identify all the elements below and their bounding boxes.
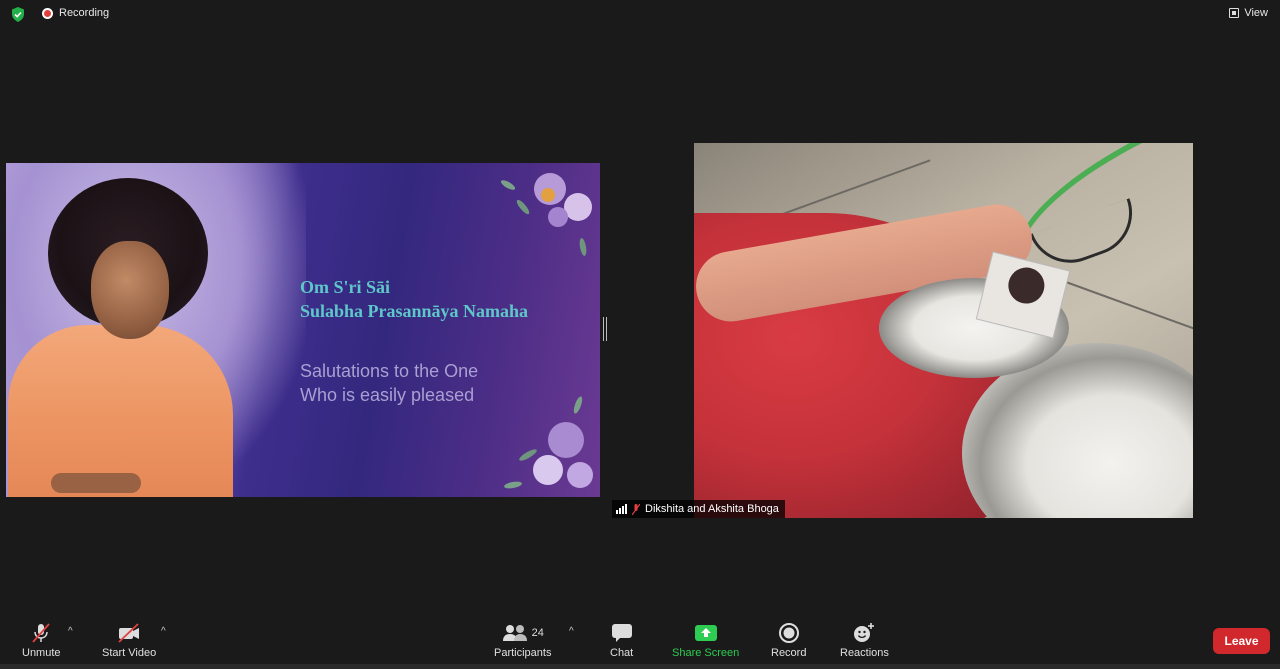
participant-name: Dikshita and Akshita Bhoga <box>645 503 779 515</box>
participant-video-tile[interactable] <box>694 143 1193 518</box>
security-shield-icon[interactable] <box>11 7 25 22</box>
top-bar: Recording View <box>0 0 1280 28</box>
meeting-toolbar <box>0 612 1280 669</box>
flower-decoration-bottom <box>504 396 593 489</box>
mic-muted-icon <box>30 622 52 644</box>
slide-title: Om S'ri Sāi Sulabha Prasannāya Namaha <box>300 275 528 323</box>
participants-button[interactable]: 24 Participants <box>494 622 551 659</box>
smiley-plus-icon <box>852 622 876 644</box>
participants-count: 24 <box>531 627 544 639</box>
slide-title-line-1: Om S'ri Sāi <box>300 277 391 297</box>
signal-bars-icon <box>616 504 627 514</box>
unmute-label: Unmute <box>22 647 61 659</box>
view-grid-icon <box>1229 8 1240 18</box>
chat-label: Chat <box>610 647 634 659</box>
chat-button[interactable]: Chat <box>610 622 633 659</box>
flower-decoration-top <box>500 173 592 256</box>
unmute-button[interactable]: Unmute <box>22 622 61 659</box>
chat-bubble-icon <box>611 622 633 644</box>
start-video-label: Start Video <box>102 647 157 659</box>
view-label: View <box>1244 7 1268 19</box>
bottom-strip <box>0 664 1280 669</box>
share-screen-button[interactable]: Share Screen <box>672 622 739 659</box>
record-icon <box>778 622 800 644</box>
share-screen-icon <box>694 622 718 644</box>
slide-subtitle: Salutations to the One Who is easily ple… <box>300 359 478 407</box>
record-dot-icon <box>42 7 53 19</box>
portrait-robe <box>8 325 233 497</box>
slide-subtitle-line-1: Salutations to the One <box>300 361 479 381</box>
leave-button[interactable]: Leave <box>1213 628 1270 654</box>
portrait-hands <box>51 473 141 493</box>
slide-subtitle-line-2: Who is easily pleased <box>300 385 475 405</box>
video-off-icon <box>116 622 142 644</box>
view-button[interactable]: View <box>1229 7 1268 19</box>
slide-title-line-2: Sulabha Prasannāya Namaha <box>300 301 529 321</box>
video-options-caret[interactable]: ^ <box>161 626 166 637</box>
portrait-face <box>91 241 169 339</box>
share-screen-label: Share Screen <box>672 647 740 659</box>
reactions-button[interactable]: Reactions <box>840 622 889 659</box>
mic-muted-icon <box>632 503 640 515</box>
participants-options-caret[interactable]: ^ <box>569 626 574 637</box>
shared-slide-tile[interactable]: Om S'ri Sāi Sulabha Prasannāya Namaha Sa… <box>6 163 600 497</box>
start-video-button[interactable]: Start Video <box>102 622 156 659</box>
people-icon: 24 <box>502 622 544 644</box>
record-button[interactable]: Record <box>771 622 806 659</box>
participant-name-tag: Dikshita and Akshita Bhoga <box>612 500 785 518</box>
recording-indicator[interactable]: Recording <box>42 7 109 19</box>
record-label: Record <box>771 647 807 659</box>
tile-resize-handle[interactable] <box>603 317 607 341</box>
reactions-label: Reactions <box>840 647 889 659</box>
participants-label: Participants <box>494 647 552 659</box>
audio-options-caret[interactable]: ^ <box>68 626 73 637</box>
recording-label: Recording <box>59 7 110 19</box>
